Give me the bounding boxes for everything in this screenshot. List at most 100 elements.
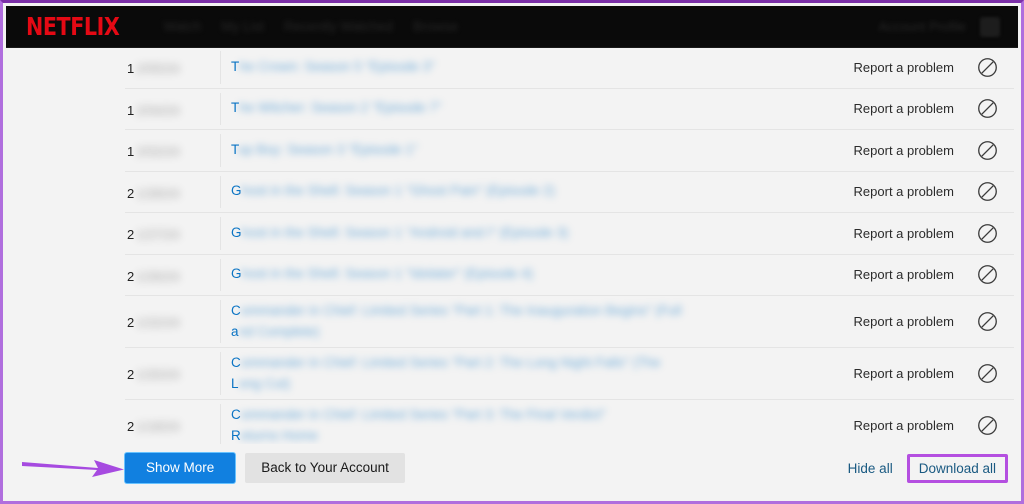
row-title-cell[interactable]: Ghost in the Shell: Season 1 "Android an… bbox=[221, 223, 810, 244]
row-title-cell[interactable]: The Crown: Season 5 "Episode 3" bbox=[221, 57, 810, 78]
row-title-redacted: he Witcher: Season 2 "Episode 7" bbox=[239, 100, 442, 116]
row-action-cell[interactable] bbox=[960, 223, 1014, 244]
no-entry-icon[interactable] bbox=[977, 311, 998, 332]
row-title-prefix: C bbox=[231, 302, 241, 318]
no-entry-icon[interactable] bbox=[977, 223, 998, 244]
report-problem-link[interactable]: Report a problem bbox=[810, 366, 960, 381]
nav-item-watch[interactable]: Watch bbox=[163, 19, 201, 34]
row-action-cell[interactable] bbox=[960, 311, 1014, 332]
report-problem-link[interactable]: Report a problem bbox=[810, 314, 960, 329]
nav-item-browse[interactable]: Browse bbox=[413, 19, 458, 34]
row-date-cell: 2 1/22/24 bbox=[125, 300, 221, 343]
screenshot-frame: NETFLIX Watch My List Recently Watched B… bbox=[0, 0, 1024, 504]
row-title-cell[interactable]: Ghost in the Shell: Season 1 "Ghost Pain… bbox=[221, 181, 810, 202]
table-row[interactable]: 1 2/04/24 The Witcher: Season 2 "Episode… bbox=[125, 89, 1014, 130]
row-title-prefix: G bbox=[231, 183, 242, 199]
row-title-line[interactable]: Ghost in the Shell: Season 1 "Android an… bbox=[231, 223, 810, 244]
back-to-account-button[interactable]: Back to Your Account bbox=[245, 453, 405, 483]
row-date-prefix: 1 bbox=[127, 144, 135, 159]
row-date-cell: 2 1/28/24 bbox=[125, 175, 221, 208]
viewing-activity-table: 1 2/05/24 The Crown: Season 5 "Episode 3… bbox=[125, 47, 1014, 444]
row-title-cell[interactable]: Ghost in the Shell: Season 1 "Idolater" … bbox=[221, 264, 810, 285]
row-title-line-2[interactable]: and Complete) bbox=[231, 322, 810, 343]
table-row[interactable]: 2 1/26/24 Ghost in the Shell: Season 1 "… bbox=[125, 255, 1014, 296]
row-title-prefix: T bbox=[231, 100, 240, 116]
row-title-line[interactable]: Top Boy: Season 3 "Episode 1" bbox=[231, 140, 810, 161]
table-row[interactable]: 1 2/02/24 Top Boy: Season 3 "Episode 1" … bbox=[125, 130, 1014, 172]
row-date-redacted: 1/27/24 bbox=[136, 227, 180, 242]
row-title-line[interactable]: The Witcher: Season 2 "Episode 7" bbox=[231, 98, 810, 119]
row-title-redacted: host in the Shell: Season 1 "Idolater" (… bbox=[241, 266, 534, 282]
no-entry-icon[interactable] bbox=[977, 363, 998, 384]
no-entry-icon[interactable] bbox=[977, 264, 998, 285]
row-action-cell[interactable] bbox=[960, 363, 1014, 384]
row-title-prefix-2: a bbox=[231, 323, 239, 339]
row-date-redacted: 1/20/24 bbox=[136, 367, 180, 382]
row-title-prefix: T bbox=[231, 58, 240, 74]
row-date-prefix: 2 bbox=[127, 419, 135, 434]
profile-avatar[interactable] bbox=[980, 16, 1000, 37]
row-title-cell[interactable]: Commander in Chief: Limited Series "Part… bbox=[221, 301, 810, 343]
account-menu-label[interactable]: Account Profile bbox=[879, 19, 966, 34]
table-row[interactable]: 2 1/18/24 Commander in Chief: Limited Se… bbox=[125, 400, 1014, 444]
row-action-cell[interactable] bbox=[960, 415, 1014, 436]
show-more-button[interactable]: Show More bbox=[125, 453, 236, 483]
row-title-cell[interactable]: Commander in Chief: Limited Series "Part… bbox=[221, 405, 810, 444]
nav-item-my-list[interactable]: My List bbox=[221, 19, 264, 34]
report-problem-link[interactable]: Report a problem bbox=[810, 60, 960, 75]
table-row[interactable]: 2 1/28/24 Ghost in the Shell: Season 1 "… bbox=[125, 172, 1014, 213]
netflix-logo[interactable]: NETFLIX bbox=[26, 12, 120, 41]
report-problem-link[interactable]: Report a problem bbox=[810, 226, 960, 241]
table-row[interactable]: 2 1/22/24 Commander in Chief: Limited Se… bbox=[125, 296, 1014, 348]
download-all-highlight: Download all bbox=[906, 453, 1008, 483]
row-title-redacted-2: ong Cut) bbox=[238, 375, 291, 391]
row-title-line[interactable]: Commander in Chief: Limited Series "Part… bbox=[231, 405, 810, 426]
footer-right-links: Hide all Download all bbox=[848, 453, 1008, 483]
row-title-line[interactable]: Ghost in the Shell: Season 1 "Ghost Pain… bbox=[231, 181, 810, 202]
row-action-cell[interactable] bbox=[960, 140, 1014, 161]
row-date-prefix: 2 bbox=[127, 315, 135, 330]
row-action-cell[interactable] bbox=[960, 264, 1014, 285]
row-title-redacted: he Crown: Season 5 "Episode 3" bbox=[239, 58, 435, 74]
row-title-prefix: C bbox=[231, 354, 241, 370]
nav-item-recently-watched[interactable]: Recently Watched bbox=[284, 19, 393, 34]
row-title-line[interactable]: Commander in Chief: Limited Series "Part… bbox=[231, 353, 810, 374]
report-problem-link[interactable]: Report a problem bbox=[810, 184, 960, 199]
row-title-line[interactable]: Ghost in the Shell: Season 1 "Idolater" … bbox=[231, 264, 810, 285]
no-entry-icon[interactable] bbox=[977, 181, 998, 202]
no-entry-icon[interactable] bbox=[977, 98, 998, 119]
report-problem-link[interactable]: Report a problem bbox=[810, 267, 960, 282]
row-title-prefix-2: L bbox=[231, 375, 239, 391]
primary-nav: Watch My List Recently Watched Browse bbox=[163, 19, 878, 34]
row-title-cell[interactable]: The Witcher: Season 2 "Episode 7" bbox=[221, 98, 810, 119]
row-title-redacted: host in the Shell: Season 1 "Ghost Pain"… bbox=[241, 183, 556, 199]
no-entry-icon[interactable] bbox=[977, 415, 998, 436]
report-problem-link[interactable]: Report a problem bbox=[810, 418, 960, 433]
hide-all-link[interactable]: Hide all bbox=[848, 461, 893, 476]
row-date-redacted: 2/02/24 bbox=[136, 144, 180, 159]
row-title-line[interactable]: Commander in Chief: Limited Series "Part… bbox=[231, 301, 810, 322]
no-entry-icon[interactable] bbox=[977, 140, 998, 161]
row-action-cell[interactable] bbox=[960, 98, 1014, 119]
row-title-cell[interactable]: Commander in Chief: Limited Series "Part… bbox=[221, 353, 810, 395]
row-date-cell: 1 2/02/24 bbox=[125, 134, 221, 167]
row-date-prefix: 2 bbox=[127, 227, 135, 242]
table-row[interactable]: 1 2/05/24 The Crown: Season 5 "Episode 3… bbox=[125, 47, 1014, 89]
row-title-line-2[interactable]: Long Cut) bbox=[231, 374, 810, 395]
report-problem-link[interactable]: Report a problem bbox=[810, 101, 960, 116]
row-action-cell[interactable] bbox=[960, 57, 1014, 78]
row-date-cell: 2 1/27/24 bbox=[125, 217, 221, 250]
row-title-cell[interactable]: Top Boy: Season 3 "Episode 1" bbox=[221, 140, 810, 161]
row-title-redacted: op Boy: Season 3 "Episode 1" bbox=[237, 141, 418, 157]
row-title-prefix: G bbox=[231, 224, 242, 240]
table-row[interactable]: 2 1/27/24 Ghost in the Shell: Season 1 "… bbox=[125, 213, 1014, 255]
row-title-line-2[interactable]: Returns Home bbox=[231, 426, 810, 445]
row-date-cell: 1 2/05/24 bbox=[125, 51, 221, 84]
row-date-prefix: 2 bbox=[127, 367, 135, 382]
report-problem-link[interactable]: Report a problem bbox=[810, 143, 960, 158]
row-title-line[interactable]: The Crown: Season 5 "Episode 3" bbox=[231, 57, 810, 78]
download-all-link[interactable]: Download all bbox=[919, 461, 996, 476]
table-row[interactable]: 2 1/20/24 Commander in Chief: Limited Se… bbox=[125, 348, 1014, 400]
row-action-cell[interactable] bbox=[960, 181, 1014, 202]
no-entry-icon[interactable] bbox=[977, 57, 998, 78]
